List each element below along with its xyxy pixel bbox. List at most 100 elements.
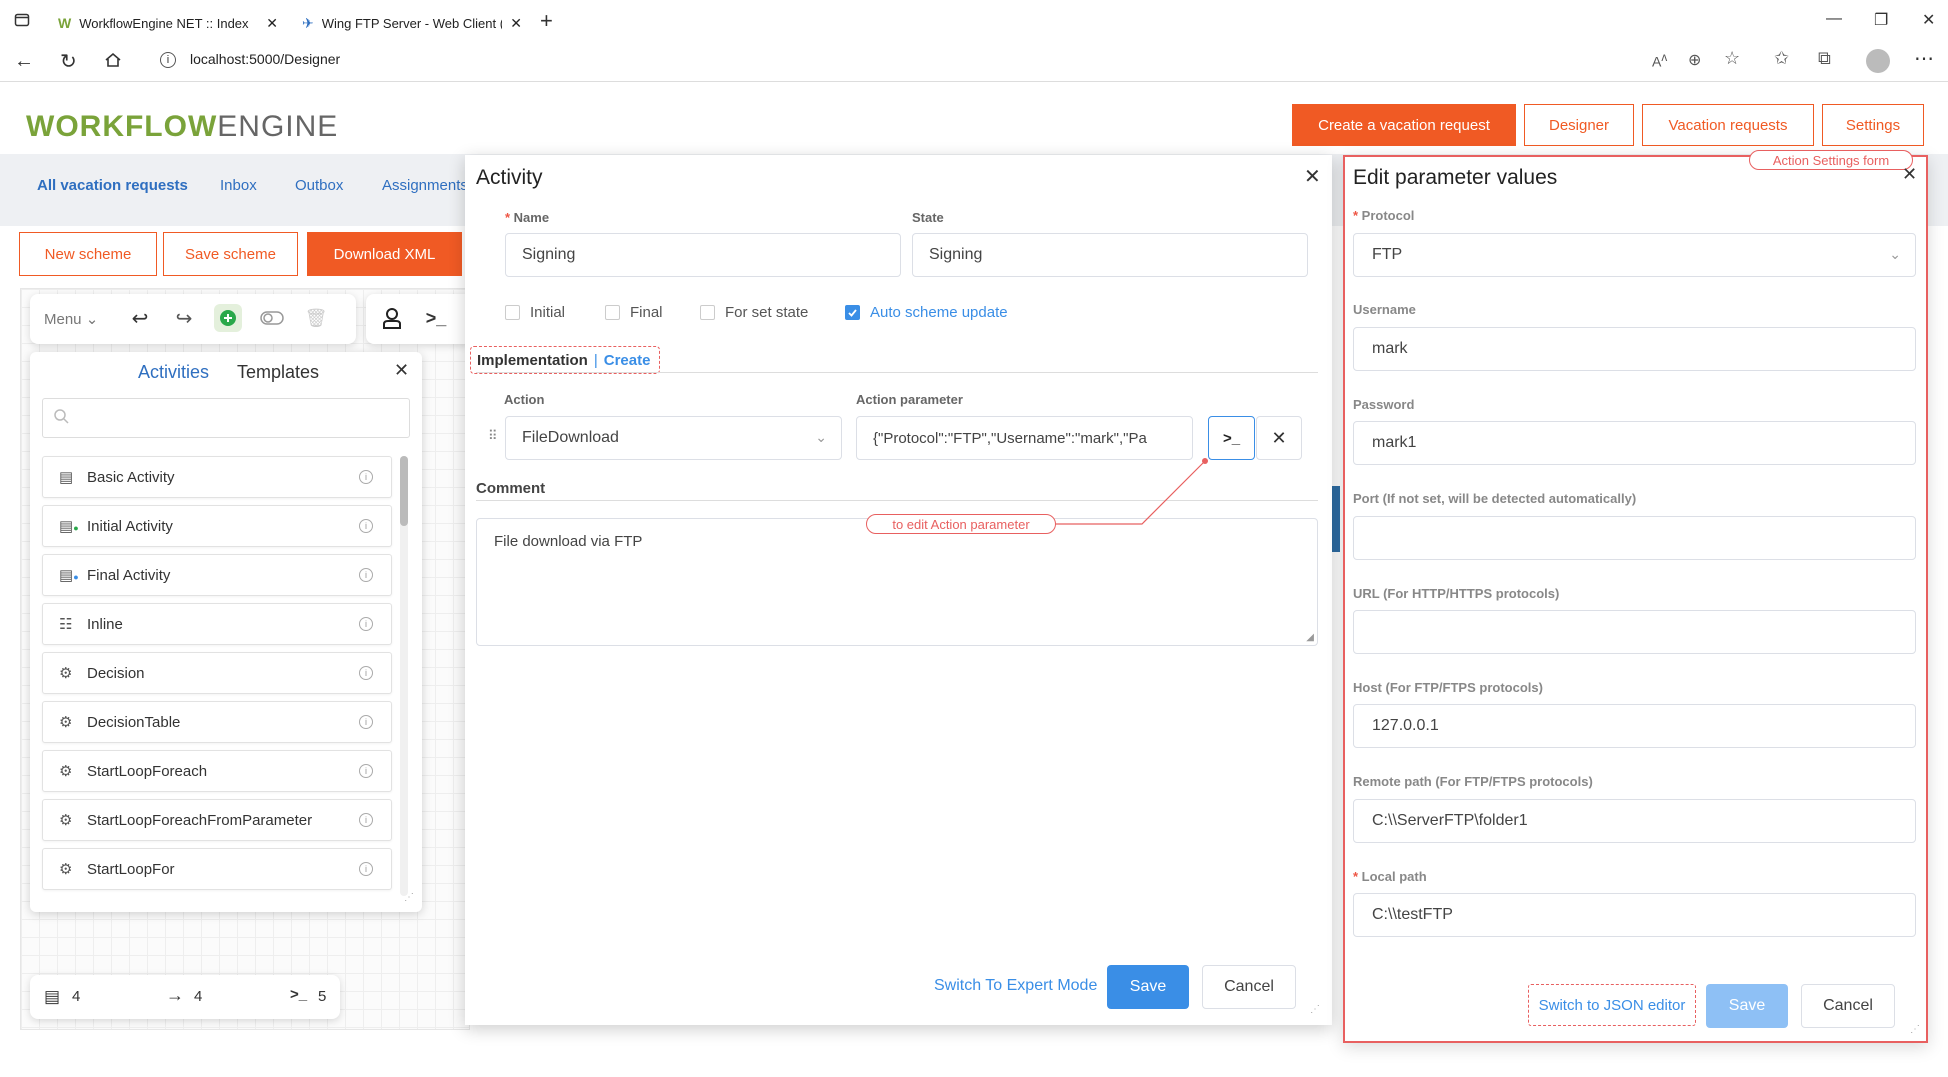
create-vacation-request-button[interactable]: Create a vacation request xyxy=(1292,104,1516,146)
close-tab-icon[interactable]: ✕ xyxy=(510,15,522,32)
resize-handle-icon[interactable]: ⋰ xyxy=(404,892,414,903)
toggle-icon[interactable] xyxy=(258,304,286,332)
url-field[interactable]: localhost:5000/Designer xyxy=(190,51,340,67)
settings-button[interactable]: Settings xyxy=(1822,104,1924,146)
action-select[interactable]: FileDownload ⌄ xyxy=(505,416,842,460)
name-input[interactable]: Signing xyxy=(505,233,901,277)
nav-all-vacation-requests[interactable]: All vacation requests xyxy=(37,177,188,194)
switch-expert-mode-link[interactable]: Switch To Expert Mode xyxy=(934,977,1097,995)
state-input[interactable]: Signing xyxy=(912,233,1308,277)
more-icon[interactable]: ⋯ xyxy=(1914,46,1934,71)
nav-assignments[interactable]: Assignments xyxy=(382,177,468,194)
info-icon[interactable]: i xyxy=(359,470,373,484)
activity-item-startloopfor[interactable]: ⚙ StartLoopFor i xyxy=(42,848,392,890)
close-tab-icon[interactable]: ✕ xyxy=(266,15,278,32)
panel-resize-icon[interactable]: ⋰ xyxy=(1910,1024,1920,1035)
host-input[interactable]: 127.0.0.1 xyxy=(1353,704,1916,748)
activity-item-startloopforeach[interactable]: ⚙ StartLoopForeach i xyxy=(42,750,392,792)
final-activity-icon: ▤● xyxy=(59,567,79,584)
close-panel-icon[interactable]: ✕ xyxy=(394,360,409,381)
info-icon[interactable]: i xyxy=(359,715,373,729)
drag-handle-icon[interactable]: ⠿ xyxy=(488,428,498,444)
collections-icon[interactable]: ⧉ xyxy=(1818,48,1831,69)
auto-scheme-update-checkbox[interactable]: Auto scheme update xyxy=(845,304,1008,321)
minimize-icon[interactable]: — xyxy=(1826,10,1842,28)
activity-cancel-button[interactable]: Cancel xyxy=(1202,965,1296,1009)
info-icon[interactable]: i xyxy=(359,862,373,876)
add-activity-icon[interactable] xyxy=(214,304,242,332)
activity-save-button[interactable]: Save xyxy=(1107,965,1189,1009)
favorite-add-icon[interactable]: ☆ xyxy=(1724,48,1740,69)
actors-icon[interactable] xyxy=(378,304,406,332)
port-input[interactable] xyxy=(1353,516,1916,560)
username-input[interactable]: mark xyxy=(1353,327,1916,371)
info-icon[interactable]: i xyxy=(359,813,373,827)
download-xml-button[interactable]: Download XML xyxy=(307,232,462,276)
info-icon[interactable]: i xyxy=(359,666,373,680)
tab-activities[interactable]: Activities xyxy=(138,362,209,383)
home-icon[interactable] xyxy=(104,51,122,69)
redo-icon[interactable]: ↪ xyxy=(170,304,198,332)
scrollbar-thumb[interactable] xyxy=(400,456,408,526)
activity-item-decision[interactable]: ⚙ Decision i xyxy=(42,652,392,694)
comment-textarea[interactable]: File download via FTP ◢ xyxy=(476,518,1318,646)
nav-inbox[interactable]: Inbox xyxy=(220,177,257,194)
undo-icon[interactable]: ↩ xyxy=(126,304,154,332)
close-edit-icon[interactable]: ✕ xyxy=(1902,164,1917,185)
remote-path-input[interactable]: C:\\ServerFTP\folder1 xyxy=(1353,799,1916,843)
info-icon[interactable]: i xyxy=(359,519,373,533)
edit-cancel-button[interactable]: Cancel xyxy=(1801,984,1895,1028)
favorites-icon[interactable]: ✩ xyxy=(1774,48,1789,69)
activity-search-input[interactable] xyxy=(42,398,410,438)
action-parameter-input[interactable]: {"Protocol":"FTP","Username":"mark","Pa xyxy=(856,416,1193,460)
workflowengine-logo[interactable]: WORKFLOWENGINE xyxy=(26,110,338,144)
final-checkbox[interactable]: Final xyxy=(605,304,663,321)
command-icon[interactable]: >_ xyxy=(422,304,450,332)
nav-outbox[interactable]: Outbox xyxy=(295,177,343,194)
info-icon[interactable]: i xyxy=(359,568,373,582)
protocol-select[interactable]: FTP ⌄ xyxy=(1353,233,1916,277)
edit-action-parameter-button[interactable]: >_ xyxy=(1208,416,1255,460)
switch-json-editor-link[interactable]: Switch to JSON editor xyxy=(1528,984,1696,1026)
back-icon[interactable]: ← xyxy=(14,50,34,73)
restore-icon[interactable]: ❐ xyxy=(1874,10,1888,30)
create-link[interactable]: Create xyxy=(604,352,651,369)
local-path-input[interactable]: C:\\testFTP xyxy=(1353,893,1916,937)
tab-actions-icon[interactable] xyxy=(14,12,30,28)
menu-button[interactable]: Menu ⌄ xyxy=(44,310,98,328)
new-tab-icon[interactable]: + xyxy=(540,8,553,34)
activity-item-initial[interactable]: ▤● Initial Activity i xyxy=(42,505,392,547)
site-info-icon[interactable]: i xyxy=(160,52,176,68)
delete-icon[interactable]: 🗑 xyxy=(302,304,330,332)
edit-save-button[interactable]: Save xyxy=(1706,984,1788,1028)
tab-templates[interactable]: Templates xyxy=(237,362,319,383)
password-input[interactable]: mark1 xyxy=(1353,421,1916,465)
dialog-resize-icon[interactable]: ⋰ xyxy=(1310,1004,1320,1015)
for-set-state-checkbox[interactable]: For set state xyxy=(700,304,808,321)
profile-avatar[interactable] xyxy=(1866,49,1890,73)
vacation-requests-button[interactable]: Vacation requests xyxy=(1642,104,1814,146)
designer-button[interactable]: Designer xyxy=(1524,104,1634,146)
tab-wing-ftp[interactable]: ✈ Wing FTP Server - Web Client (U ✕ xyxy=(292,6,532,40)
read-aloud-icon[interactable]: Aʌ xyxy=(1652,51,1667,70)
reload-icon[interactable]: ↻ xyxy=(60,49,77,74)
resize-handle-icon[interactable]: ◢ xyxy=(1306,632,1314,643)
save-scheme-button[interactable]: Save scheme xyxy=(163,232,298,276)
clear-action-button[interactable]: ✕ xyxy=(1256,416,1302,460)
url-label: URL (For HTTP/HTTPS protocols) xyxy=(1353,586,1560,601)
new-scheme-button[interactable]: New scheme xyxy=(19,232,157,276)
panel-scrollbar[interactable] xyxy=(400,456,408,896)
initial-checkbox[interactable]: Initial xyxy=(505,304,565,321)
activity-item-inline[interactable]: ☷ Inline i xyxy=(42,603,392,645)
activity-item-basic[interactable]: ▤ Basic Activity i xyxy=(42,456,392,498)
activity-item-final[interactable]: ▤● Final Activity i xyxy=(42,554,392,596)
url-input[interactable] xyxy=(1353,610,1916,654)
info-icon[interactable]: i xyxy=(359,764,373,778)
activity-item-decisiontable[interactable]: ⚙ DecisionTable i xyxy=(42,701,392,743)
tab-workflowengine[interactable]: W WorkflowEngine NET :: Index ✕ xyxy=(48,6,288,40)
activity-item-startloopforeachfromparameter[interactable]: ⚙ StartLoopForeachFromParameter i xyxy=(42,799,392,841)
zoom-icon[interactable]: ⊕ xyxy=(1688,50,1701,70)
close-window-icon[interactable]: ✕ xyxy=(1922,10,1935,30)
info-icon[interactable]: i xyxy=(359,617,373,631)
close-activity-icon[interactable]: ✕ xyxy=(1304,164,1321,189)
